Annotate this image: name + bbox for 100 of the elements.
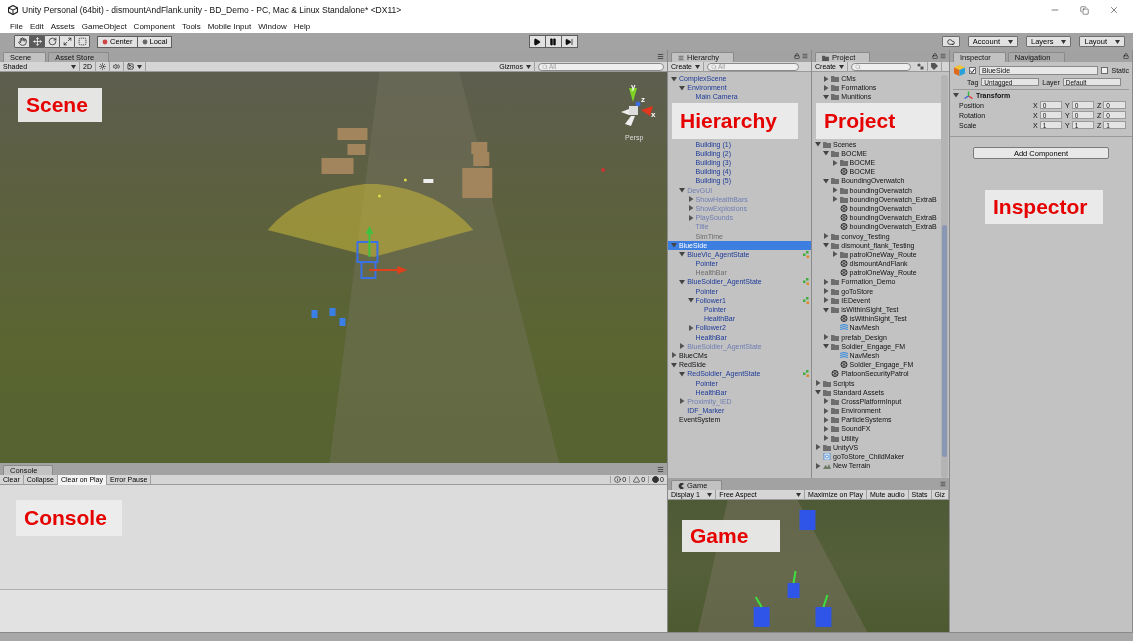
caret-icon bbox=[796, 492, 802, 497]
disclosure-triangle-icon[interactable] bbox=[823, 435, 830, 442]
disclosure-triangle-icon[interactable] bbox=[831, 159, 838, 166]
disclosure-triangle-icon[interactable] bbox=[679, 187, 686, 194]
disclosure-triangle-icon[interactable] bbox=[823, 416, 830, 423]
menu-item[interactable]: Component bbox=[133, 22, 175, 31]
shapes-icon bbox=[917, 63, 924, 70]
disclosure-triangle-icon[interactable] bbox=[679, 84, 686, 91]
disclosure-triangle-icon[interactable] bbox=[679, 370, 686, 377]
disclosure-triangle-icon[interactable] bbox=[687, 297, 694, 304]
lock-icon[interactable] bbox=[1123, 53, 1129, 59]
filter-label-button[interactable] bbox=[928, 61, 942, 72]
disclosure-triangle-icon[interactable] bbox=[823, 150, 830, 157]
annotation-label: Project bbox=[816, 102, 942, 139]
disclosure-triangle-icon[interactable] bbox=[823, 425, 830, 432]
menu-item[interactable]: Mobile Input bbox=[207, 22, 252, 31]
caret-icon bbox=[1061, 39, 1067, 44]
disclosure-triangle-icon[interactable] bbox=[687, 196, 694, 203]
disclosure-triangle-icon[interactable] bbox=[823, 288, 830, 295]
speaker-icon bbox=[112, 63, 120, 70]
disclosure-triangle-icon[interactable] bbox=[679, 251, 686, 258]
pivot-center-icon bbox=[102, 38, 108, 45]
menu-item[interactable]: Tools bbox=[181, 22, 201, 31]
caret-icon bbox=[1115, 39, 1120, 44]
disclosure-triangle-icon[interactable] bbox=[823, 75, 830, 82]
disclosure-triangle-icon[interactable] bbox=[823, 233, 830, 240]
disclosure-triangle-icon[interactable] bbox=[823, 306, 830, 313]
disclosure-triangle-icon[interactable] bbox=[953, 92, 959, 98]
waypoint-dot bbox=[403, 178, 407, 182]
menu-item[interactable]: Help bbox=[293, 22, 311, 31]
info-icon bbox=[614, 476, 622, 483]
cloud-button[interactable] bbox=[941, 36, 960, 47]
caret-icon bbox=[526, 64, 531, 69]
error-icon bbox=[652, 476, 660, 483]
waypoint-dot bbox=[601, 168, 606, 172]
checkbox[interactable] bbox=[969, 67, 976, 74]
disclosure-triangle-icon[interactable] bbox=[679, 398, 686, 405]
disclosure-triangle-icon[interactable] bbox=[671, 352, 677, 359]
close-icon[interactable] bbox=[1109, 5, 1119, 15]
disclosure-triangle-icon[interactable] bbox=[815, 444, 821, 451]
move-arrows-icon bbox=[32, 37, 42, 46]
menu-icon[interactable] bbox=[657, 465, 664, 473]
rotate-icon bbox=[47, 37, 57, 46]
unity-logo-icon bbox=[8, 5, 18, 15]
restore-icon[interactable] bbox=[1080, 5, 1089, 15]
disclosure-triangle-icon[interactable] bbox=[823, 398, 830, 405]
disclosure-triangle-icon[interactable] bbox=[831, 251, 838, 258]
disclosure-triangle-icon[interactable] bbox=[823, 177, 830, 184]
disclosure-triangle-icon[interactable] bbox=[687, 324, 694, 331]
scene-file-icon bbox=[839, 315, 848, 323]
disclosure-triangle-icon[interactable] bbox=[815, 462, 821, 469]
local-axes-icon bbox=[141, 38, 148, 45]
disclosure-triangle-icon[interactable] bbox=[823, 84, 830, 91]
lock-icon[interactable] bbox=[794, 53, 800, 59]
navmesh-icon bbox=[839, 351, 848, 359]
menu-icon[interactable] bbox=[657, 52, 664, 60]
disclosure-triangle-icon[interactable] bbox=[679, 278, 686, 285]
disclosure-triangle-icon[interactable] bbox=[831, 196, 838, 203]
disclosure-triangle-icon[interactable] bbox=[823, 297, 830, 304]
disclosure-triangle-icon[interactable] bbox=[815, 141, 821, 148]
disclosure-triangle-icon[interactable] bbox=[671, 75, 677, 82]
menu-item[interactable]: Window bbox=[258, 22, 287, 31]
menu-item[interactable]: Edit bbox=[29, 22, 44, 31]
tool-button[interactable] bbox=[44, 35, 60, 48]
scale-icon bbox=[62, 37, 72, 46]
disclosure-triangle-icon[interactable] bbox=[671, 242, 677, 249]
disclosure-triangle-icon[interactable] bbox=[823, 278, 830, 285]
caret-icon bbox=[1007, 39, 1013, 44]
disclosure-triangle-icon[interactable] bbox=[815, 389, 821, 396]
disclosure-triangle-icon[interactable] bbox=[687, 214, 694, 221]
marker-object[interactable] bbox=[423, 179, 434, 183]
tool-button[interactable] bbox=[14, 35, 30, 48]
warning-icon bbox=[633, 476, 641, 483]
disclosure-triangle-icon[interactable] bbox=[671, 361, 677, 368]
disclosure-triangle-icon[interactable] bbox=[831, 187, 838, 194]
disclosure-triangle-icon[interactable] bbox=[823, 93, 830, 100]
annotation-label: Game bbox=[682, 520, 780, 552]
scrollbar-thumb[interactable] bbox=[942, 225, 947, 457]
menu-item[interactable]: File bbox=[10, 22, 23, 31]
disclosure-triangle-icon[interactable] bbox=[815, 380, 821, 387]
search-field[interactable] bbox=[851, 62, 911, 71]
menu-item[interactable]: Assets bbox=[50, 22, 75, 31]
disclosure-triangle-icon[interactable] bbox=[823, 407, 830, 414]
playback-button[interactable] bbox=[528, 35, 546, 48]
checkbox[interactable] bbox=[1101, 67, 1109, 74]
cube-agent-drawing bbox=[753, 596, 770, 627]
disclosure-triangle-icon[interactable] bbox=[823, 343, 830, 350]
menu-item[interactable]: GameObject bbox=[81, 22, 127, 31]
image-icon bbox=[126, 63, 134, 70]
disclosure-triangle-icon[interactable] bbox=[679, 343, 686, 350]
caret-icon bbox=[71, 64, 76, 69]
caret-icon bbox=[839, 64, 844, 69]
disclosure-triangle-icon[interactable] bbox=[823, 334, 830, 341]
tool-button[interactable] bbox=[29, 35, 45, 48]
tool-button[interactable] bbox=[59, 35, 75, 48]
waypoint-dot bbox=[377, 194, 381, 198]
disclosure-triangle-icon[interactable] bbox=[687, 205, 694, 212]
lock-icon[interactable] bbox=[932, 53, 938, 59]
disclosure-triangle-icon[interactable] bbox=[823, 242, 830, 249]
tool-button[interactable] bbox=[74, 35, 90, 48]
